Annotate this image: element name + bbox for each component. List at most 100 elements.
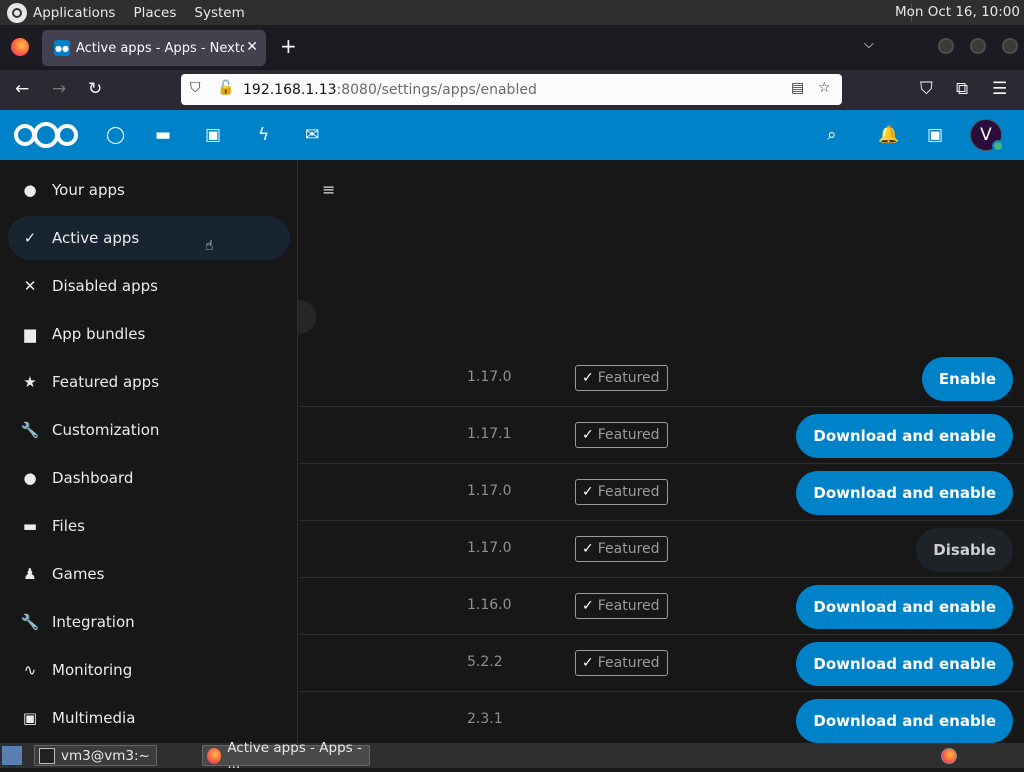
menu-applications[interactable]: Applications (33, 5, 115, 21)
new-tab-icon[interactable]: + (280, 34, 297, 58)
show-desktop-icon[interactable] (2, 745, 28, 766)
table-row: 1.17.0 ✓ Featured Download and enable (299, 464, 1024, 521)
url-host: 192.168.1.13 (243, 81, 337, 98)
hamburger-menu-icon[interactable]: ☰ (992, 79, 1007, 99)
sidebar-item-label: Integration (52, 613, 135, 631)
download-and-enable-button[interactable]: Download and enable (796, 642, 1013, 686)
sidebar-item-app-bundles[interactable]: ▆ App bundles (8, 312, 290, 356)
sidebar-item-integration[interactable]: 🔧 Integration (8, 600, 290, 644)
app-navigation-sidebar: ● Your apps ✓ Active apps ✕ Disabled apps ▆… (0, 160, 298, 743)
taskbar-item-firefox[interactable]: Active apps - Apps - ... (202, 740, 370, 772)
insecure-lock-icon[interactable]: 🔓 (217, 80, 234, 96)
sidebar-item-games[interactable]: ♟ Games (8, 552, 290, 596)
sidebar-item-monitoring[interactable]: ∿ Monitoring (8, 648, 290, 692)
nextcloud-header: ◯ ▬ ▣ ϟ ✉ ⌕ 🔔 ▣ (0, 110, 1024, 160)
os-logo-icon[interactable] (7, 2, 27, 23)
download-and-enable-button[interactable]: Download and enable (796, 471, 1013, 515)
sidebar-item-files[interactable]: ▬ Files (8, 504, 290, 548)
featured-badge: ✓ Featured (575, 479, 668, 505)
check-icon: ✓ (582, 655, 594, 671)
notifications-icon[interactable]: 🔔 (878, 125, 899, 145)
disable-button[interactable]: Disable (916, 528, 1013, 572)
featured-badge: ✓ Featured (575, 365, 668, 391)
featured-badge: ✓ Featured (575, 650, 668, 676)
browser-tab[interactable]: ●● Active apps - Apps - Nextcloud ✕ (42, 30, 266, 66)
shield-icon[interactable]: ⛉ (190, 80, 201, 96)
pocket-icon[interactable]: ⛉ (920, 79, 933, 99)
sidebar-item-label: Files (52, 517, 85, 535)
table-row: 2.3.1 Download and enable (299, 692, 1024, 749)
download-and-enable-button[interactable]: Download and enable (796, 699, 1013, 743)
wrench-icon: 🔧 (20, 421, 40, 439)
download-and-enable-button[interactable]: Download and enable (796, 585, 1013, 629)
featured-badge: ✓ Featured (575, 422, 668, 448)
table-row: 1.16.0 ✓ Featured Download and enable (299, 578, 1024, 635)
back-icon[interactable]: ← (15, 79, 29, 99)
tray-firefox-icon[interactable] (937, 745, 963, 766)
app-version: 2.3.1 (467, 711, 503, 727)
search-icon[interactable]: ⌕ (827, 125, 837, 145)
sidebar-item-label: Dashboard (52, 469, 134, 487)
firefox-menu-icon[interactable] (11, 38, 29, 56)
check-icon: ✓ (582, 427, 594, 443)
bookmark-star-icon[interactable]: ☆ (818, 80, 831, 96)
taskbar-item-terminal[interactable]: vm3@vm3:~ (34, 745, 157, 766)
avatar[interactable]: V (970, 119, 1004, 152)
nextcloud-logo[interactable] (14, 122, 78, 148)
sidebar-item-label: Monitoring (52, 661, 133, 679)
activity-icon[interactable]: ϟ (258, 125, 269, 145)
close-tab-icon[interactable]: ✕ (246, 39, 258, 55)
contacts-icon[interactable]: ▣ (927, 125, 943, 145)
status-online-icon (992, 140, 1004, 152)
taskbar-item-label: Active apps - Apps - ... (227, 739, 362, 772)
sidebar-item-your-apps[interactable]: ● Your apps (8, 168, 290, 212)
table-row: 1.17.0 ✓ Featured Disable (299, 521, 1024, 578)
sidebar-item-label: Featured apps (52, 373, 160, 391)
url-path: :8080/settings/apps/enabled (336, 81, 537, 98)
files-icon[interactable]: ▬ (155, 125, 171, 145)
pulse-icon: ∿ (23, 661, 37, 679)
dashboard-icon[interactable]: ◯ (106, 125, 125, 145)
sidebar-item-label: Multimedia (52, 709, 136, 727)
close-window-button[interactable] (1002, 38, 1018, 54)
photos-icon[interactable]: ▣ (205, 125, 221, 145)
os-top-bar: Applications Places System Mon Oct 16, 1… (0, 0, 1024, 25)
table-row: 1.17.0 ✓ Featured Enable (299, 350, 1024, 407)
sidebar-item-dashboard[interactable]: ● Dashboard (8, 456, 290, 500)
table-row: 5.2.2 ✓ Featured Download and enable (299, 635, 1024, 692)
close-icon: ✕ (23, 277, 37, 295)
sidebar-item-label: Disabled apps (52, 277, 158, 295)
menu-places[interactable]: Places (133, 5, 176, 21)
toggle-navigation-icon[interactable]: ≡ (322, 180, 335, 199)
firefox-icon (207, 747, 222, 764)
enable-button[interactable]: Enable (921, 357, 1013, 401)
tab-title: Active apps - Apps - Nextcloud (76, 40, 244, 56)
reload-icon[interactable]: ↻ (88, 79, 102, 99)
sidebar-item-label: Active apps (52, 229, 140, 247)
sidebar-item-multimedia[interactable]: ▣ Multimedia (8, 696, 290, 740)
list-tabs-icon[interactable]: ⌵ (864, 37, 874, 52)
sidebar-item-disabled-apps[interactable]: ✕ Disabled apps (8, 264, 290, 308)
sidebar-item-label: Your apps (52, 181, 125, 199)
maximize-window-button[interactable] (970, 38, 986, 54)
menu-system[interactable]: System (194, 5, 244, 21)
browser-nav-bar: ← → ↻ ⛉ 🔓 192.168.1.13 :8080/settings/ap… (0, 70, 1024, 110)
sidebar-item-active-apps[interactable]: ✓ Active apps (8, 216, 290, 260)
sidebar-item-featured-apps[interactable]: ★ Featured apps (8, 360, 290, 404)
star-icon: ★ (23, 373, 37, 391)
clock[interactable]: Mon Oct 16, 10:00 (895, 4, 1020, 20)
wrench-icon: 🔧 (20, 613, 40, 631)
mail-icon[interactable]: ✉ (305, 125, 319, 145)
forward-icon[interactable]: → (52, 79, 66, 99)
reader-view-icon[interactable]: ▤ (791, 80, 804, 96)
url-bar[interactable]: ⛉ 🔓 192.168.1.13 :8080/settings/apps/ena… (181, 74, 842, 105)
check-icon: ✓ (582, 484, 594, 500)
extensions-icon[interactable]: ⧉ (956, 79, 968, 99)
app-version: 1.17.0 (467, 540, 512, 556)
minimize-window-button[interactable] (938, 38, 954, 54)
download-and-enable-button[interactable]: Download and enable (796, 414, 1013, 458)
user-icon: ● (23, 181, 37, 199)
circle-icon: ● (23, 469, 37, 487)
featured-badge: ✓ Featured (575, 593, 668, 619)
sidebar-item-customization[interactable]: 🔧 Customization (8, 408, 290, 452)
